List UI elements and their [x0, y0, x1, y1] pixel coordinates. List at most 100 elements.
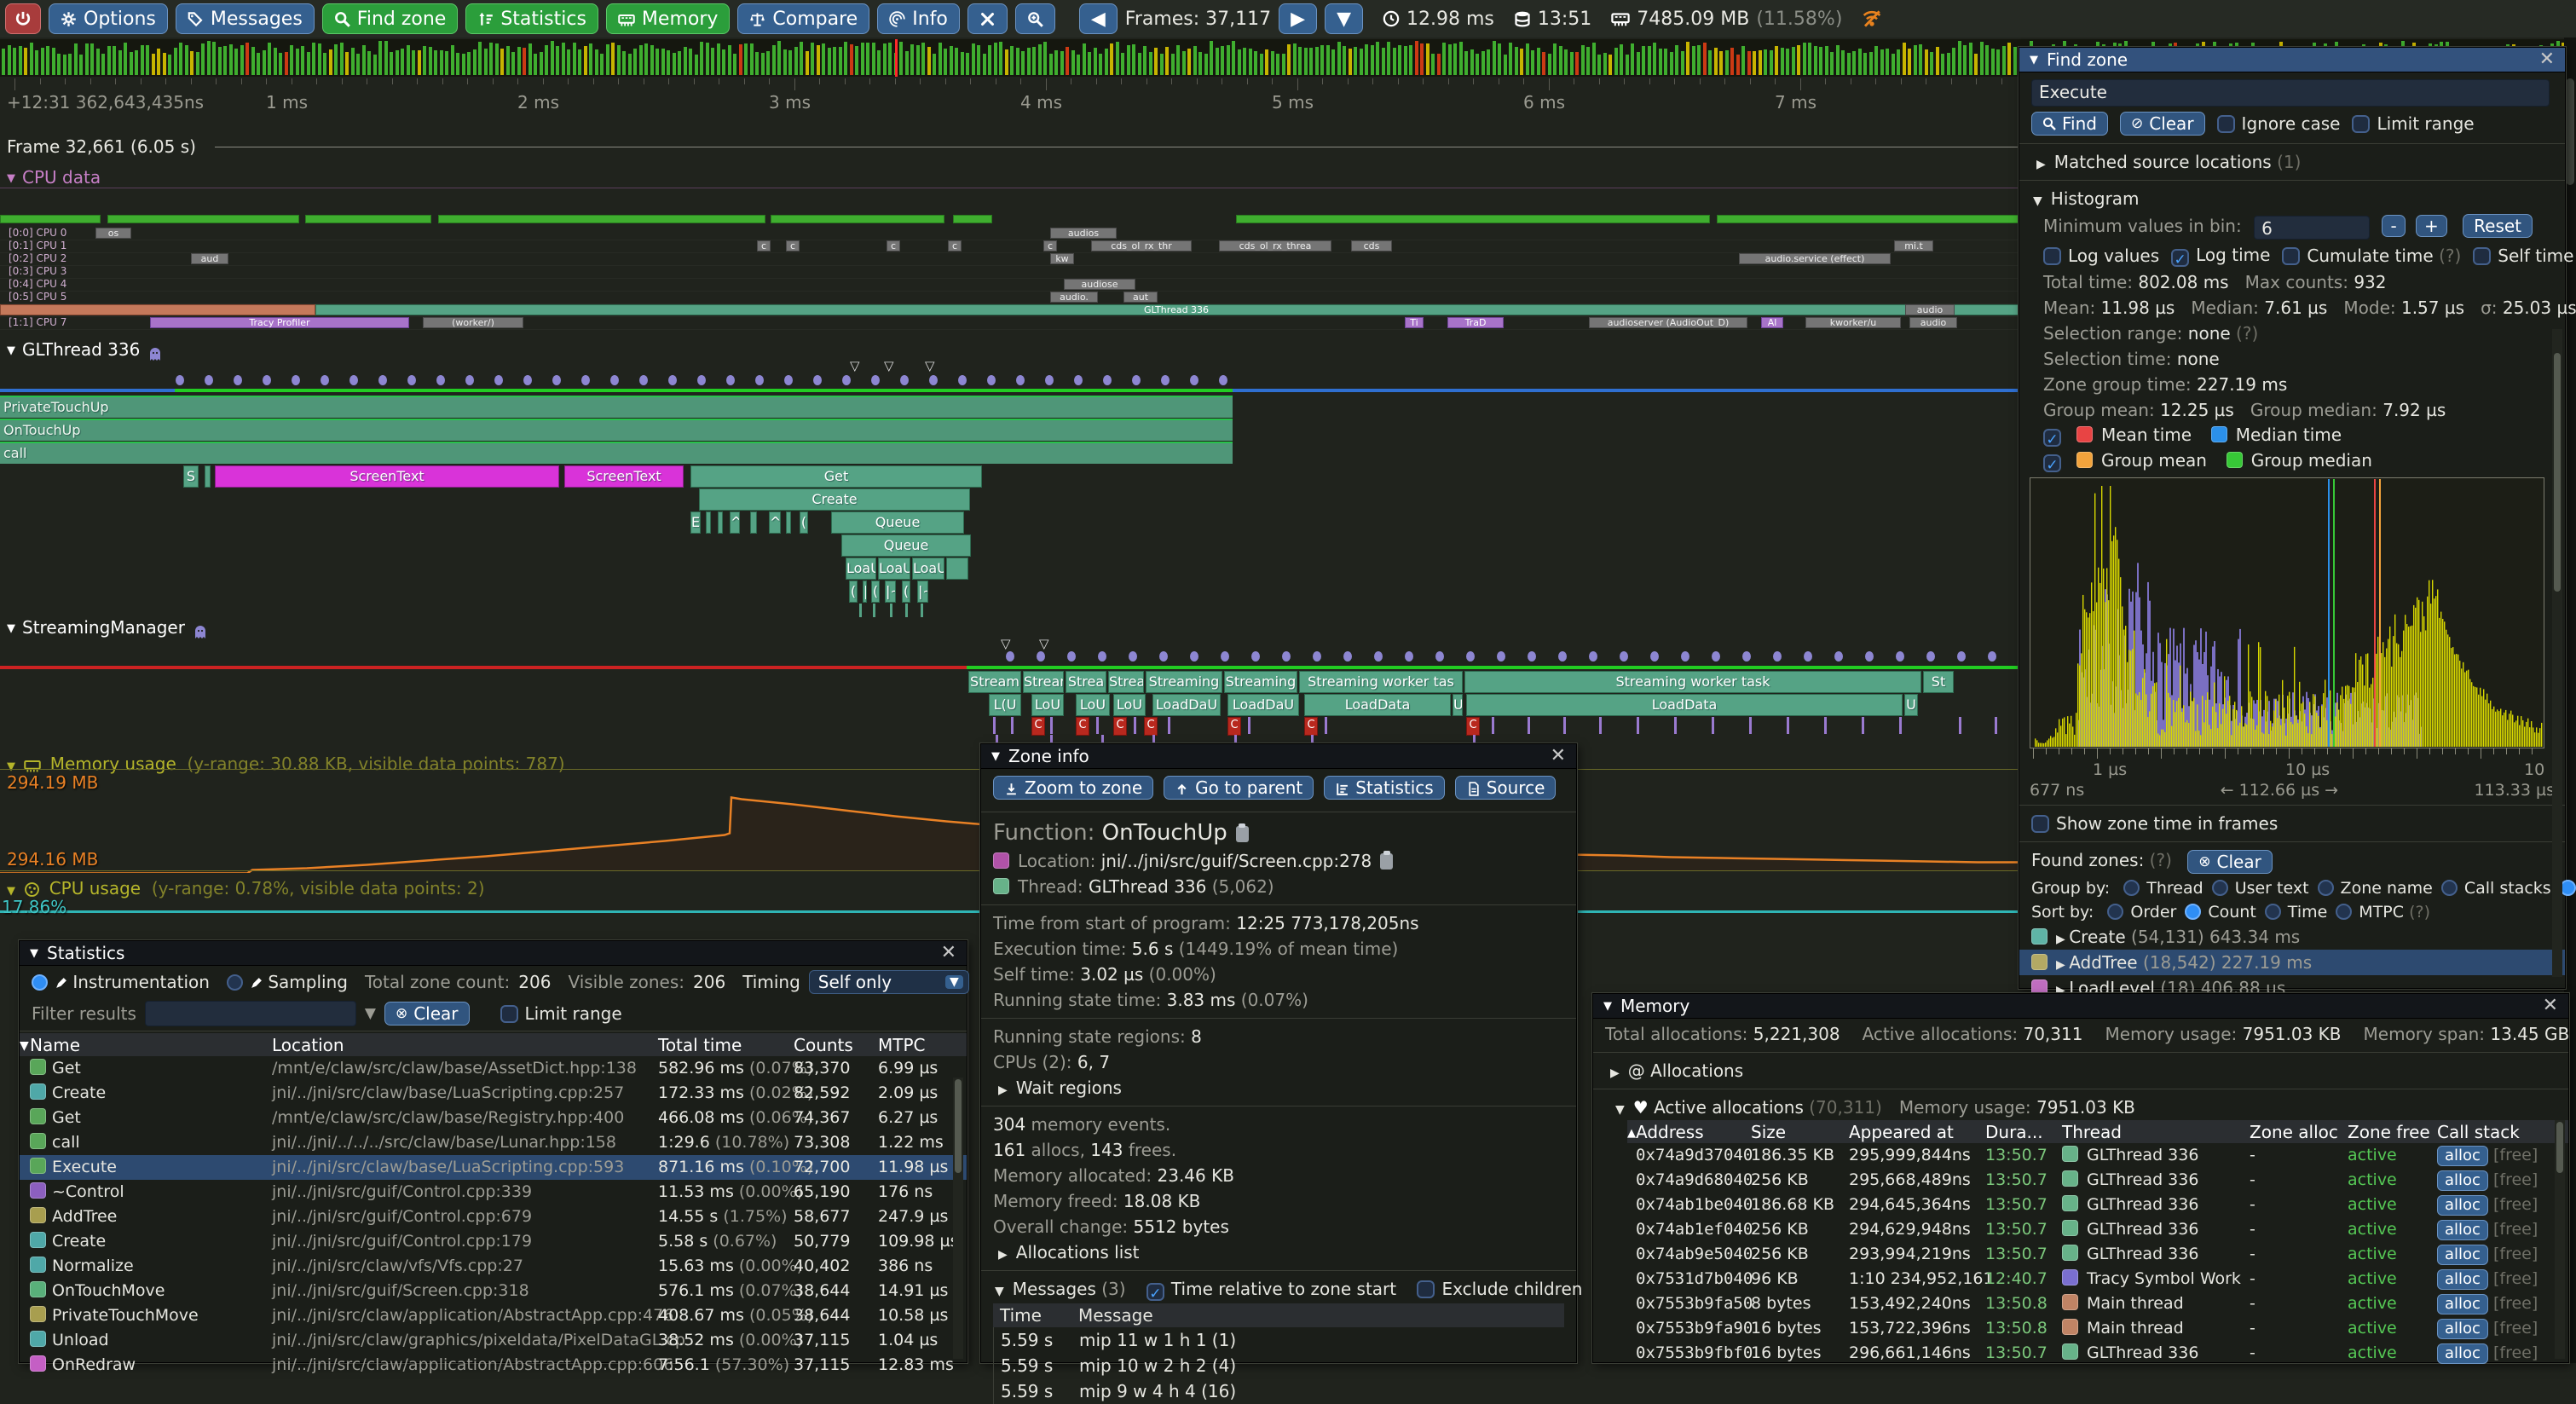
sample-dot[interactable]	[176, 375, 184, 385]
sample-dot[interactable]	[1650, 651, 1659, 662]
table-row[interactable]: ~Controljni/../jni/src/guif/Control.cpp:…	[20, 1180, 967, 1205]
table-row[interactable]: AddTreejni/../jni/src/guif/Control.cpp:6…	[20, 1205, 967, 1229]
timeline-zone[interactable]: Streaming worker task	[1464, 671, 1921, 693]
limit-range-checkbox[interactable]: Limit range	[2352, 113, 2474, 134]
info-button[interactable]: Info	[877, 3, 960, 34]
table-row[interactable]: OnTouchMovejni/../jni/src/guif/Screen.cp…	[20, 1279, 967, 1303]
frame-dropdown-button[interactable]: ▼	[1325, 3, 1363, 34]
legend-checkbox[interactable]	[2043, 429, 2061, 447]
sample-dot[interactable]	[1896, 651, 1904, 662]
sample-dot[interactable]	[494, 375, 503, 385]
sample-dot[interactable]	[958, 375, 967, 385]
table-row[interactable]: Get/mnt/e/claw/src/claw/base/Registry.hp…	[20, 1106, 967, 1130]
cumulate-time-checkbox[interactable]: Cumulate time (?)	[2282, 246, 2461, 266]
find-zone-button[interactable]: Find zone	[322, 3, 459, 34]
column-header[interactable]: Thread	[2062, 1122, 2122, 1142]
sample-dot[interactable]	[755, 375, 764, 385]
cpu-plot-header[interactable]: ▼ CPU usage (y-range: 0.78%, visible dat…	[7, 878, 485, 898]
timeline-zone[interactable]: St	[1923, 671, 1954, 693]
timeline-zone[interactable]: U	[1904, 694, 1918, 716]
sample-dot[interactable]	[349, 375, 358, 385]
cpu-zone[interactable]: aut	[1123, 292, 1158, 303]
messages-expander[interactable]: ▼Messages (3) Time relative to zone star…	[981, 1276, 1576, 1303]
zoomin-button[interactable]	[1015, 3, 1055, 34]
allocation-row[interactable]: 0x7553b9fa9016 bytes153,722,396ns13:50.8…	[1627, 1316, 2568, 1341]
table-row[interactable]: Executejni/../jni/src/claw/base/LuaScrip…	[20, 1155, 967, 1180]
sample-dot[interactable]	[378, 375, 387, 385]
clear-found-button[interactable]: ⊗Clear	[2187, 850, 2273, 874]
sample-dot[interactable]	[726, 375, 735, 385]
sample-dot[interactable]	[1037, 651, 1045, 662]
cpu-zone[interactable]: kw	[1050, 253, 1074, 264]
error-zone[interactable]: C	[1304, 717, 1318, 736]
message-row[interactable]: 5.59 smip 9 w 4 h 4 (16)	[993, 1378, 1564, 1404]
next-frame-button[interactable]: ▶	[1279, 3, 1317, 34]
timeline-zone[interactable]: (	[902, 581, 910, 603]
found-zone-row[interactable]: ▶ AddTree (18,542) 227.19 ms	[2019, 950, 2565, 975]
allocation-row[interactable]: 0x74ab1ef040256 KB294,629,948ns13:50.7GL…	[1627, 1217, 2568, 1242]
limit-range-checkbox[interactable]: Limit range	[500, 1003, 622, 1024]
timeline-zone[interactable]: U	[1453, 694, 1463, 716]
zone-marker-icon[interactable]: ▽	[925, 358, 935, 373]
sample-dot[interactable]	[1681, 651, 1689, 662]
sample-dot[interactable]	[292, 375, 300, 385]
cpu-zone[interactable]: aud	[191, 253, 228, 264]
allocation-row[interactable]: 0x74ab1be040186.68 KB294,645,364ns13:50.…	[1627, 1193, 2568, 1217]
sample-dot[interactable]	[1251, 651, 1260, 662]
histogram-expander[interactable]: ▼Histogram	[2019, 186, 2565, 211]
cpu-zone[interactable]: audio.	[1050, 292, 1098, 303]
sample-dot[interactable]	[1834, 651, 1843, 662]
sample-dot[interactable]	[1528, 651, 1536, 662]
cpu-zone[interactable]: c	[757, 240, 771, 251]
clear-button[interactable]: ⊘Clear	[2120, 112, 2205, 136]
zone-marker-icon[interactable]: ▽	[850, 358, 860, 373]
table-row[interactable]: Normalizejni/../jni/src/claw/vfs/Vfs.cpp…	[20, 1254, 967, 1279]
zone-location[interactable]: jni/../jni/src/guif/Screen.cpp:278	[1101, 851, 1372, 871]
go-to-parent-button[interactable]: Go to parent	[1164, 776, 1314, 800]
cpu-zone[interactable]: audioserver (AudioOut_D)	[1589, 317, 1747, 328]
sample-dot[interactable]	[407, 375, 416, 385]
cpu-zone[interactable]: cds_ol_rx_thr	[1091, 240, 1192, 251]
timeline-zone[interactable]: Strea	[1108, 671, 1144, 693]
close-icon[interactable]: ✕	[2543, 997, 2558, 1015]
timeline-zone[interactable]: LoaUp	[912, 558, 944, 580]
sample-dot[interactable]	[321, 375, 329, 385]
memory-titlebar[interactable]: ▼Memory✕	[1593, 994, 2568, 1019]
timeline-zone[interactable]: Streaming	[1224, 671, 1297, 693]
cpu-zone[interactable]: cds_ol_rx_threa	[1219, 240, 1331, 251]
sample-dot[interactable]	[1132, 375, 1141, 385]
gl-stack-bar[interactable]: PrivateTouchUp	[0, 396, 1233, 418]
timeline-zone[interactable]: (	[871, 581, 880, 603]
zone-marker-icon[interactable]: ▽	[884, 358, 894, 373]
statistics-table-header[interactable]: NameLocationTotal timeCounts ▼MTPC	[20, 1033, 967, 1056]
timeline-zone[interactable]: Streaming	[1146, 671, 1222, 693]
cpu-zone[interactable]: Tracy Profiler	[150, 317, 409, 328]
sample-dot[interactable]	[1558, 651, 1567, 662]
timeline-zone[interactable]: (	[800, 511, 808, 534]
allocation-row[interactable]: 0x7531d7b04096 KB1:10 234,952,16112:40.7…	[1627, 1267, 2568, 1291]
active-allocations-expander[interactable]: ▼♥ Active allocations (70,311)Memory usa…	[1593, 1095, 2568, 1120]
sample-dot[interactable]	[697, 375, 706, 385]
sample-dot[interactable]	[1074, 375, 1083, 385]
error-zone[interactable]: C	[1031, 717, 1045, 736]
error-zone[interactable]: C	[1076, 717, 1089, 736]
sample-dot[interactable]	[900, 375, 909, 385]
filter-funnel-icon[interactable]: ▼	[365, 1005, 376, 1022]
sample-dot[interactable]	[1405, 651, 1413, 662]
cpu-zone[interactable]: Ti	[1405, 317, 1424, 328]
cpu-zone[interactable]: audiose	[1064, 279, 1135, 290]
time-relative-checkbox[interactable]: Time relative to zone start	[1146, 1279, 1396, 1299]
sample-dot[interactable]	[1282, 651, 1291, 662]
timeline-zone[interactable]: LoadDaU	[1227, 694, 1299, 716]
message-row[interactable]: 5.59 smip 10 w 2 h 2 (4)	[993, 1353, 1564, 1378]
column-header[interactable]: Zone free	[2348, 1122, 2430, 1142]
timeline-zone[interactable]: L(U	[989, 694, 1021, 716]
sample-dot[interactable]	[523, 375, 532, 385]
cpu-zone[interactable]: c	[1043, 240, 1057, 251]
timeline-zone[interactable]: Stream	[1023, 671, 1064, 693]
statistics-button[interactable]: Statistics	[1324, 776, 1444, 800]
ignore-case-checkbox[interactable]: Ignore case	[2217, 113, 2341, 134]
column-header[interactable]: Counts	[794, 1035, 853, 1055]
cpu-zone[interactable]: kworker/u	[1805, 317, 1901, 328]
table-row[interactable]: Get/mnt/e/claw/src/claw/base/AssetDict.h…	[20, 1056, 967, 1081]
